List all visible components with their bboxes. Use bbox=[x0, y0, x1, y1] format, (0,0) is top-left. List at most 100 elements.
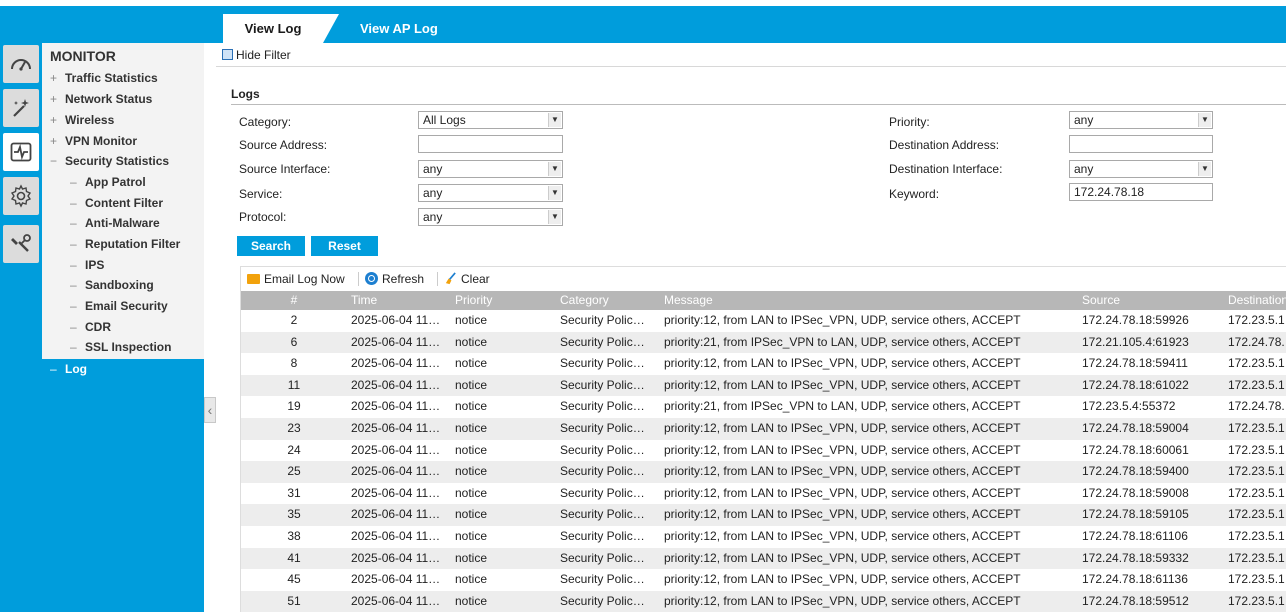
column-header-priority[interactable]: Priority bbox=[455, 291, 555, 310]
cell-number: 45 bbox=[287, 572, 301, 587]
cell-category: Security Polic… bbox=[560, 377, 645, 392]
nav-item-network-status[interactable]: + Network Status bbox=[50, 89, 152, 109]
refresh-button[interactable]: Refresh bbox=[365, 271, 424, 287]
category-select[interactable]: All Logs ▼ bbox=[418, 111, 563, 129]
nav-subitem-ips[interactable]: – IPS bbox=[70, 255, 104, 275]
hide-filter-toggle[interactable]: Hide Filter bbox=[222, 46, 291, 64]
rail-maintenance-button[interactable] bbox=[3, 225, 39, 263]
source-interface-select[interactable]: any ▼ bbox=[418, 160, 563, 178]
source-address-input[interactable] bbox=[418, 135, 563, 153]
priority-label: Priority: bbox=[889, 115, 930, 129]
cell-message: priority:12, from LAN to IPSec_VPN, UDP,… bbox=[664, 356, 1021, 371]
keyword-input[interactable] bbox=[1069, 183, 1213, 201]
column-header-time[interactable]: Time bbox=[351, 291, 449, 310]
cell-source: 172.24.78.18:61022 bbox=[1082, 377, 1189, 392]
chevron-down-icon: ▼ bbox=[548, 210, 561, 224]
rail-wizard-button[interactable] bbox=[3, 89, 39, 127]
email-icon bbox=[247, 274, 260, 284]
cell-message: priority:21, from IPSec_VPN to LAN, UDP,… bbox=[664, 334, 1021, 349]
cell-time: 2025-06-04 11… bbox=[351, 593, 441, 608]
column-header-category[interactable]: Category bbox=[560, 291, 658, 310]
reset-button[interactable]: Reset bbox=[311, 236, 378, 256]
table-row[interactable]: 35 2025-06-04 11… notice Security Polic… pri… bbox=[241, 504, 1286, 526]
nav-subitem-email-security[interactable]: – Email Security bbox=[70, 296, 168, 316]
table-row[interactable]: 11 2025-06-04 11… notice Security Polic… pri… bbox=[241, 374, 1286, 397]
nav-subitem-cdr[interactable]: – CDR bbox=[70, 317, 111, 337]
table-row[interactable]: 23 2025-06-04 11… notice Security Polic… pri… bbox=[241, 418, 1286, 440]
rail-configuration-button[interactable] bbox=[3, 177, 39, 215]
nav-subitem-sandboxing[interactable]: – Sandboxing bbox=[70, 275, 154, 295]
nav-item-security-statistics[interactable]: − Security Statistics bbox=[50, 151, 169, 171]
source-address-label: Source Address: bbox=[239, 138, 328, 152]
destination-address-input[interactable] bbox=[1069, 135, 1213, 153]
tab-view-log[interactable]: View Log bbox=[223, 14, 339, 43]
cell-destination: 172.23.5.1 bbox=[1228, 529, 1285, 543]
column-header-number[interactable]: # bbox=[241, 291, 347, 310]
table-row[interactable]: 41 2025-06-04 11… notice Security Polic… pri… bbox=[241, 547, 1286, 570]
nav-item-wireless[interactable]: + Wireless bbox=[50, 110, 114, 130]
cell-time: 2025-06-04 11… bbox=[351, 485, 441, 500]
dashboard-gauge-icon bbox=[11, 59, 31, 71]
nav-subitem-reputation-filter[interactable]: – Reputation Filter bbox=[70, 234, 180, 254]
priority-select[interactable]: any ▼ bbox=[1069, 111, 1213, 129]
table-row[interactable]: 51 2025-06-04 11… notice Security Polic… pri… bbox=[241, 590, 1286, 612]
cell-destination: 172.23.5.1 bbox=[1228, 377, 1285, 392]
cell-source: 172.24.78.18:59512 bbox=[1082, 593, 1189, 608]
destination-interface-select[interactable]: any ▼ bbox=[1069, 160, 1213, 178]
cell-destination: 172.23.5.1 bbox=[1228, 572, 1285, 587]
cell-message: priority:12, from LAN to IPSec_VPN, UDP,… bbox=[664, 464, 1021, 479]
cell-category: Security Polic… bbox=[560, 421, 645, 435]
nav-subitem-content-filter[interactable]: – Content Filter bbox=[70, 193, 163, 213]
cell-source: 172.24.78.18:59105 bbox=[1082, 507, 1189, 522]
nav-subitem-anti-malware[interactable]: – Anti-Malware bbox=[70, 213, 160, 233]
table-row[interactable]: 24 2025-06-04 11… notice Security Polic… pri… bbox=[241, 440, 1286, 462]
tab-view-ap-log[interactable]: View AP Log bbox=[360, 14, 438, 43]
cell-destination: 172.24.78. bbox=[1228, 334, 1285, 349]
cell-message: priority:12, from LAN to IPSec_VPN, UDP,… bbox=[664, 421, 1021, 435]
refresh-icon bbox=[365, 272, 378, 285]
search-button[interactable]: Search bbox=[237, 236, 305, 256]
table-row[interactable]: 8 2025-06-04 11… notice Security Polic… prio… bbox=[241, 353, 1286, 375]
service-select[interactable]: any ▼ bbox=[418, 184, 563, 202]
nav-item-log[interactable]: – Log bbox=[42, 359, 204, 379]
nav-item-traffic-statistics[interactable]: + Traffic Statistics bbox=[50, 68, 158, 88]
table-row[interactable]: 19 2025-06-04 11… notice Security Polic… pri… bbox=[241, 396, 1286, 418]
cell-priority: notice bbox=[455, 399, 488, 414]
nav-title: MONITOR bbox=[50, 48, 116, 64]
toolbar-separator bbox=[437, 272, 438, 286]
cell-number: 19 bbox=[287, 399, 301, 414]
table-row[interactable]: 45 2025-06-04 11… notice Security Polic… pri… bbox=[241, 569, 1286, 591]
rail-monitor-button[interactable] bbox=[3, 133, 39, 171]
table-row[interactable]: 38 2025-06-04 11… notice Security Polic… pri… bbox=[241, 526, 1286, 548]
cell-message: priority:21, from IPSec_VPN to LAN, UDP,… bbox=[664, 399, 1021, 414]
cell-priority: notice bbox=[455, 334, 488, 349]
cell-priority: notice bbox=[455, 313, 488, 327]
table-row[interactable]: 2 2025-06-04 11… notice Security Polic… prio… bbox=[241, 310, 1286, 332]
collapse-nav-handle[interactable]: ‹ bbox=[204, 397, 216, 423]
cell-source: 172.23.5.4:55372 bbox=[1082, 399, 1176, 414]
log-table: Email Log Now Refresh Clear # Time Prior… bbox=[240, 266, 1286, 612]
monitor-pulse-icon bbox=[10, 142, 32, 162]
table-row[interactable]: 25 2025-06-04 11… notice Security Polic… pri… bbox=[241, 461, 1286, 483]
nav-subitem-app-patrol[interactable]: – App Patrol bbox=[70, 172, 146, 192]
column-header-source[interactable]: Source bbox=[1082, 291, 1224, 310]
source-interface-label: Source Interface: bbox=[239, 162, 331, 176]
chevron-down-icon: ▼ bbox=[548, 113, 561, 127]
cell-message: priority:12, from LAN to IPSec_VPN, UDP,… bbox=[664, 313, 1021, 327]
column-header-destination[interactable]: Destination bbox=[1228, 291, 1286, 310]
logs-section-title: Logs bbox=[231, 87, 260, 101]
cell-message: priority:12, from LAN to IPSec_VPN, UDP,… bbox=[664, 377, 1021, 392]
nav-item-vpn-monitor[interactable]: + VPN Monitor bbox=[50, 131, 137, 151]
clear-button[interactable]: Clear bbox=[444, 271, 490, 287]
table-row[interactable]: 6 2025-06-04 11… notice Security Polic… prio… bbox=[241, 331, 1286, 354]
rail-dashboard-button[interactable] bbox=[3, 45, 39, 83]
protocol-select[interactable]: any ▼ bbox=[418, 208, 563, 226]
table-row[interactable]: 31 2025-06-04 11… notice Security Polic… pri… bbox=[241, 483, 1286, 505]
nav-panel: MONITOR + Traffic Statistics + Network Sta… bbox=[42, 43, 204, 359]
broom-clear-icon bbox=[445, 272, 456, 285]
filter-table-icon bbox=[222, 49, 233, 60]
column-header-message[interactable]: Message bbox=[664, 291, 1079, 310]
chevron-down-icon: ▼ bbox=[548, 186, 561, 200]
email-log-now-button[interactable]: Email Log Now bbox=[247, 271, 345, 287]
nav-subitem-ssl-inspection[interactable]: – SSL Inspection bbox=[70, 337, 171, 357]
